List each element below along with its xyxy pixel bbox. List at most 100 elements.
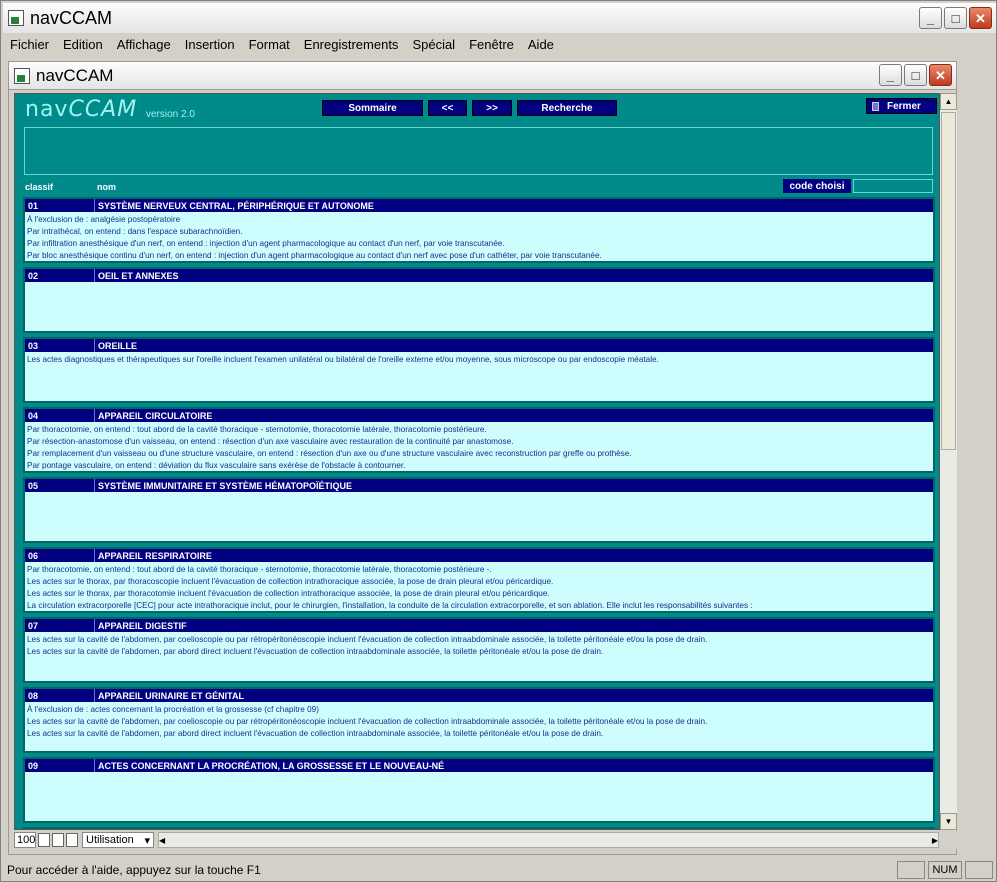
chapter-note-line: À l'exclusion de : actes concernant la p… bbox=[27, 705, 319, 714]
chapter-row[interactable]: 08 APPAREIL URINAIRE ET GÉNITAL À l'exclus… bbox=[23, 687, 935, 753]
chapter-name: OREILLE bbox=[98, 340, 138, 351]
previous-button[interactable]: << bbox=[428, 100, 467, 116]
chapter-code: 05 bbox=[25, 479, 95, 492]
menu-insertion[interactable]: Insertion bbox=[185, 37, 235, 52]
close-button[interactable]: ✕ bbox=[969, 7, 992, 29]
num-indicator: NUM bbox=[928, 861, 962, 879]
application-window: navCCAM _ □ ✕ Fichier Edition Affichage … bbox=[0, 0, 997, 882]
menu-affichage[interactable]: Affichage bbox=[117, 37, 171, 52]
chapter-note-line: Les actes sur la cavité de l'abdomen, pa… bbox=[27, 729, 604, 738]
menu-aide[interactable]: Aide bbox=[528, 37, 554, 52]
menu-edition[interactable]: Edition bbox=[63, 37, 103, 52]
layout-toggle-icon[interactable] bbox=[66, 833, 78, 847]
maximize-button[interactable]: □ bbox=[944, 7, 967, 29]
app-icon[interactable] bbox=[8, 10, 24, 26]
title-bar[interactable]: navCCAM _ □ ✕ bbox=[3, 3, 996, 33]
chapter-code: 01 bbox=[25, 199, 95, 212]
chapter-row[interactable]: 02 OEIL ET ANNEXES bbox=[23, 267, 935, 333]
chapter-header[interactable]: 09 ACTES CONCERNANT LA PROCRÉATION, LA GR… bbox=[25, 759, 933, 772]
chapter-code: 07 bbox=[25, 619, 95, 632]
scroll-left-icon[interactable]: ◀ bbox=[159, 836, 165, 845]
document-frame: navCCAM version 2.0 Sommaire << >> Reche… bbox=[8, 89, 957, 855]
chapter-note-line: Par remplacement d'un vaisseau ou d'une … bbox=[27, 449, 632, 458]
column-header-classif: classif bbox=[25, 182, 54, 192]
chapter-note-line: Par résection-anastomose d'un vaisseau, … bbox=[27, 437, 514, 446]
zoom-in-icon[interactable] bbox=[52, 833, 64, 847]
chapter-row[interactable]: 03 OREILLE Les actes diagnostiques et thér… bbox=[23, 337, 935, 403]
fermer-button[interactable]: Fermer bbox=[866, 98, 937, 114]
chapter-header[interactable]: 06 APPAREIL RESPIRATOIRE bbox=[25, 549, 933, 562]
chapter-row[interactable]: 01 SYSTÈME NERVEUX CENTRAL, PÉRIPHÉRIQUE … bbox=[23, 197, 935, 263]
chapter-note-line: La circulation extracorporelle [CEC] pou… bbox=[27, 601, 753, 610]
status-cell-empty bbox=[897, 861, 925, 879]
chapter-code: 06 bbox=[25, 549, 95, 562]
chapter-note-line: Par pontage vasculaire, on entend : dévi… bbox=[27, 461, 406, 470]
window-title: navCCAM bbox=[30, 7, 113, 28]
status-bar: Pour accéder à l'aide, appuyez sur la to… bbox=[3, 859, 996, 881]
minimize-button[interactable]: _ bbox=[919, 7, 942, 29]
chapter-note-line: Les actes diagnostiques et thérapeutique… bbox=[27, 355, 659, 364]
chapter-row[interactable]: 06 APPAREIL RESPIRATOIRE Par thoracotomie,… bbox=[23, 547, 935, 613]
chapter-note-line: Par intrathécal, on entend : dans l'espa… bbox=[27, 227, 243, 236]
logo-ccam: CCAM bbox=[68, 97, 138, 122]
chapter-notes: Par thoracotomie, on entend : tout abord… bbox=[25, 422, 933, 471]
menu-bar: Fichier Edition Affichage Insertion Form… bbox=[3, 34, 996, 55]
chapter-notes: Par thoracotomie, on entend : tout abord… bbox=[25, 562, 933, 611]
chapter-row[interactable]: 05 SYSTÈME IMMUNITAIRE ET SYSTÈME HÉMATOP… bbox=[23, 477, 935, 543]
scroll-up-icon[interactable]: ▲ bbox=[940, 93, 957, 110]
document-title: navCCAM bbox=[36, 65, 114, 85]
chapter-row[interactable]: 07 APPAREIL DIGESTIF Les actes sur la cavi… bbox=[23, 617, 935, 683]
zoom-out-icon[interactable] bbox=[38, 833, 50, 847]
chapter-notes: Les actes diagnostiques et thérapeutique… bbox=[25, 352, 933, 366]
scroll-down-icon[interactable]: ▼ bbox=[940, 813, 957, 830]
menu-fichier[interactable]: Fichier bbox=[10, 37, 49, 52]
code-choisi-field[interactable] bbox=[853, 179, 933, 193]
logo-nav: nav bbox=[25, 97, 69, 122]
document-icon[interactable] bbox=[14, 67, 30, 84]
chapter-note-line: À l'exclusion de : analgésie postopérato… bbox=[27, 215, 181, 224]
chapter-header[interactable]: 07 APPAREIL DIGESTIF bbox=[25, 619, 933, 632]
doc-close-button[interactable]: ✕ bbox=[929, 64, 952, 86]
menu-fenetre[interactable]: Fenêtre bbox=[469, 37, 514, 52]
chapter-code: 09 bbox=[25, 759, 95, 772]
scroll-thumb[interactable] bbox=[941, 112, 956, 450]
chapter-row[interactable]: 09 ACTES CONCERNANT LA PROCRÉATION, LA GR… bbox=[23, 757, 935, 823]
chapter-header[interactable]: 05 SYSTÈME IMMUNITAIRE ET SYSTÈME HÉMATOP… bbox=[25, 479, 933, 492]
chapter-header[interactable]: 08 APPAREIL URINAIRE ET GÉNITAL bbox=[25, 689, 933, 702]
scroll-right-icon[interactable]: ▶ bbox=[932, 836, 938, 845]
chapter-note-line: Les actes sur la cavité de l'abdomen, pa… bbox=[27, 717, 708, 726]
next-button[interactable]: >> bbox=[472, 100, 512, 116]
status-text: Pour accéder à l'aide, appuyez sur la to… bbox=[7, 863, 261, 877]
chapter-row[interactable]: 10GLANDES ENDOCRINES ET MÉTABOLISME bbox=[23, 827, 935, 830]
chapter-notes bbox=[25, 492, 933, 494]
status-cell-empty-2 bbox=[965, 861, 993, 879]
chapter-name: APPAREIL RESPIRATOIRE bbox=[98, 550, 212, 561]
chapter-header[interactable]: 02 OEIL ET ANNEXES bbox=[25, 269, 933, 282]
chapter-header[interactable]: 03 OREILLE bbox=[25, 339, 933, 352]
doc-minimize-button[interactable]: _ bbox=[879, 64, 902, 86]
zoom-field[interactable]: 100 bbox=[14, 832, 36, 848]
chapter-notes: À l'exclusion de : actes concernant la p… bbox=[25, 702, 933, 740]
menu-enregistrements[interactable]: Enregistrements bbox=[304, 37, 399, 52]
recherche-button[interactable]: Recherche bbox=[517, 100, 617, 116]
doc-maximize-button[interactable]: □ bbox=[904, 64, 927, 86]
chapter-code: 03 bbox=[25, 339, 95, 352]
chapter-note-line: Par thoracotomie, on entend : tout abord… bbox=[27, 425, 487, 434]
chapter-row[interactable]: 04 APPAREIL CIRCULATOIRE Par thoracotomie,… bbox=[23, 407, 935, 473]
chapter-note-line: Les actes sur la cavité de l'abdomen, pa… bbox=[27, 635, 708, 644]
mode-dropdown[interactable]: Utilisation ▾ bbox=[82, 832, 154, 848]
fermer-label: Fermer bbox=[887, 100, 921, 112]
horizontal-scrollbar[interactable]: ◀ ▶ bbox=[158, 832, 939, 848]
chapter-header[interactable]: 10GLANDES ENDOCRINES ET MÉTABOLISME bbox=[25, 829, 933, 830]
chapter-header[interactable]: 01 SYSTÈME NERVEUX CENTRAL, PÉRIPHÉRIQUE … bbox=[25, 199, 933, 212]
chapter-notes bbox=[25, 282, 933, 284]
logo: navCCAM bbox=[25, 97, 137, 122]
menu-format[interactable]: Format bbox=[249, 37, 290, 52]
sommaire-button[interactable]: Sommaire bbox=[322, 100, 423, 116]
chapter-notes: À l'exclusion de : analgésie postopérato… bbox=[25, 212, 933, 261]
chapter-header[interactable]: 04 APPAREIL CIRCULATOIRE bbox=[25, 409, 933, 422]
vertical-scrollbar[interactable]: ▲ ▼ bbox=[940, 93, 957, 830]
menu-special[interactable]: Spécial bbox=[412, 37, 455, 52]
chapter-note-line: Les actes sur le thorax, par thoracotomi… bbox=[27, 589, 550, 598]
document-title-bar[interactable]: navCCAM _ □ ✕ bbox=[8, 61, 957, 89]
